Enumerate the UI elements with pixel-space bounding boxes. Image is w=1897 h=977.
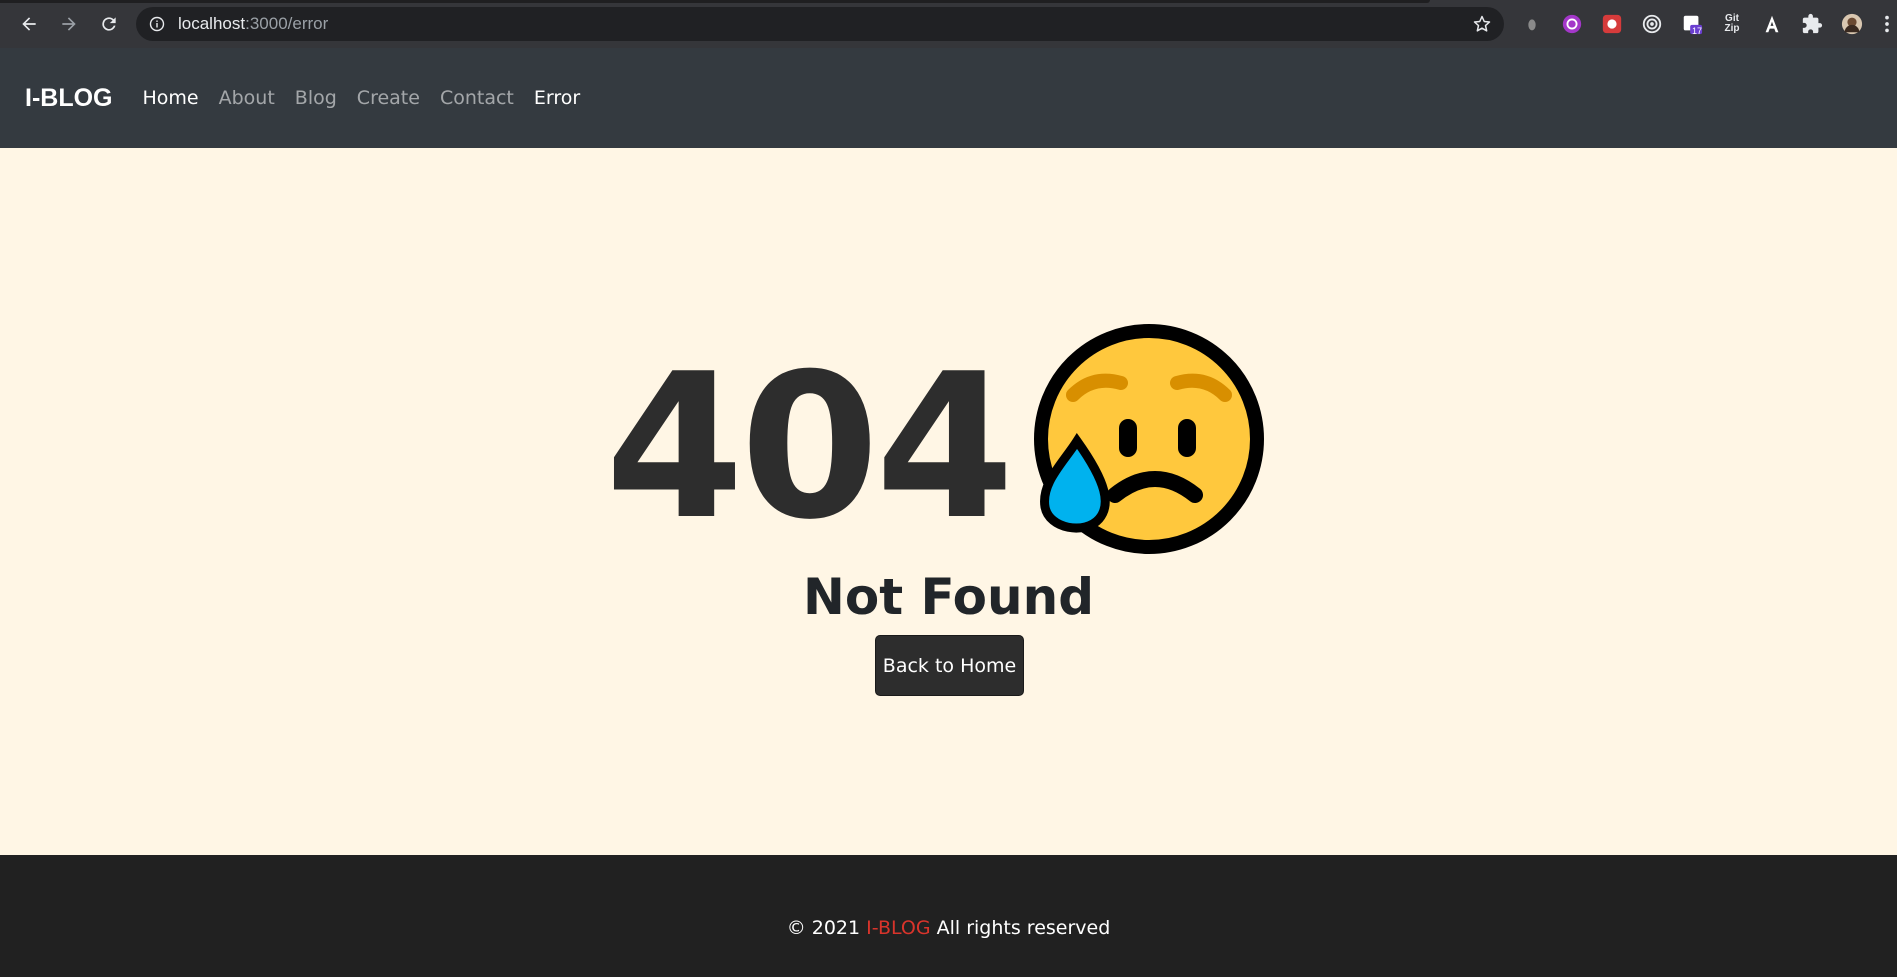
address-bar[interactable]: localhost:3000/error (136, 7, 1504, 41)
calendar-badge: 17 (1692, 26, 1703, 36)
gitzip-extension-icon[interactable]: Git Zip (1720, 12, 1744, 36)
url-text[interactable]: localhost:3000/error (178, 14, 328, 34)
url-path: :3000/error (245, 14, 329, 33)
nav-links: Home About Blog Create Contact Error (133, 87, 591, 109)
footer-suffix: All rights reserved (936, 917, 1111, 939)
profile-avatar[interactable] (1840, 12, 1864, 36)
error-code: 404 (605, 331, 1014, 564)
tab-strip-edge (0, 0, 1430, 3)
angular-extension-icon[interactable] (1760, 12, 1784, 36)
arrow-left-icon (22, 17, 36, 31)
arrow-right-icon (62, 17, 76, 31)
nav-link-create[interactable]: Create (347, 87, 430, 109)
nav-link-home[interactable]: Home (133, 87, 209, 109)
calendar-extension-icon[interactable]: 17 (1680, 12, 1704, 36)
puzzle-icon[interactable] (1800, 12, 1824, 36)
reload-button[interactable] (94, 9, 124, 39)
footer-copyright: © 2021 I-BLOG All rights reserved (787, 917, 1111, 939)
bookmark-star-icon[interactable] (1472, 14, 1492, 34)
back-button[interactable] (14, 9, 44, 39)
brand-logo[interactable]: I-BLOG (25, 84, 113, 113)
reload-icon (102, 17, 116, 31)
menu-dots-icon[interactable] (1880, 12, 1894, 36)
error-message: Not Found (803, 568, 1094, 626)
nav-link-blog[interactable]: Blog (285, 87, 347, 109)
info-icon[interactable] (148, 15, 166, 33)
target-extension-icon[interactable] (1640, 12, 1664, 36)
forward-button[interactable] (54, 9, 84, 39)
sad-relieved-face-icon (1034, 324, 1264, 554)
error-section: 404 Not Found Back to Home (0, 148, 1897, 855)
browser-toolbar: localhost:3000/error 17 Git Zip (0, 0, 1897, 48)
nav-link-error[interactable]: Error (524, 87, 590, 109)
site-navbar: I-BLOG Home About Blog Create Contact Er… (0, 48, 1897, 148)
footer-prefix: © 2021 (786, 917, 861, 939)
url-host: localhost (178, 14, 246, 33)
nav-link-about[interactable]: About (209, 87, 285, 109)
red-extension-icon[interactable] (1600, 12, 1624, 36)
gitzip-label-bottom: Zip (1724, 23, 1740, 34)
back-to-home-button[interactable]: Back to Home (875, 635, 1024, 696)
mouse-extension-icon[interactable] (1520, 12, 1544, 36)
footer-brand[interactable]: I-BLOG (866, 917, 930, 939)
purple-extension-icon[interactable] (1560, 12, 1584, 36)
nav-link-contact[interactable]: Contact (430, 87, 524, 109)
site-footer: © 2021 I-BLOG All rights reserved (0, 855, 1897, 977)
